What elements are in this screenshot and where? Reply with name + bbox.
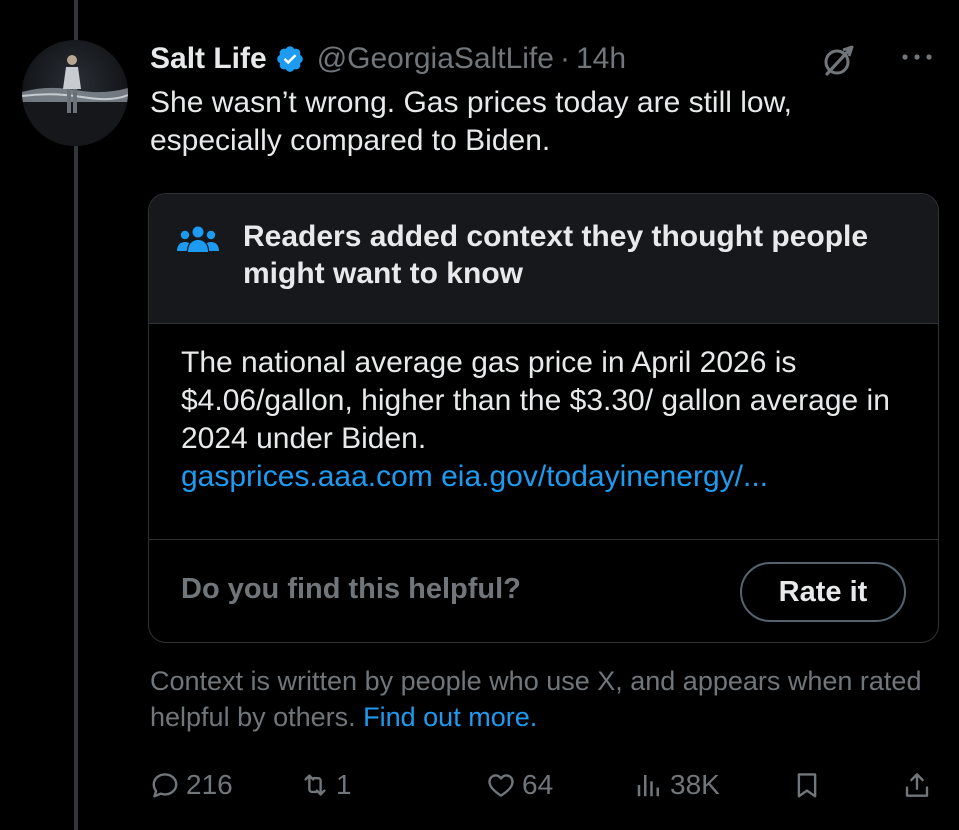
heart-icon xyxy=(488,774,514,797)
verified-badge-icon xyxy=(276,46,303,72)
community-note-text: The national average gas price in April … xyxy=(181,346,890,455)
community-note-heading: Readers added context they thought peopl… xyxy=(243,220,869,290)
avatar[interactable] xyxy=(22,40,128,146)
bookmark-button[interactable] xyxy=(792,765,822,805)
post-page: Salt Life @GeorgiaSaltLife · 14h She was… xyxy=(0,0,959,830)
repost-count: 1 xyxy=(336,769,352,800)
community-notes-icon xyxy=(177,226,219,252)
community-note-header: Readers added context they thought peopl… xyxy=(149,194,938,324)
grok-icon[interactable] xyxy=(821,44,855,78)
repost-icon xyxy=(304,774,326,796)
like-button[interactable]: 64 xyxy=(486,765,553,805)
divider xyxy=(149,539,938,540)
like-count: 64 xyxy=(522,769,554,800)
reply-button[interactable]: 216 xyxy=(150,765,233,805)
share-icon xyxy=(905,773,929,797)
find-out-more-link[interactable]: Find out more. xyxy=(363,702,537,732)
author-handle[interactable]: @GeorgiaSaltLife xyxy=(317,41,554,77)
post-header: Salt Life @GeorgiaSaltLife · 14h xyxy=(150,40,937,78)
context-footer: Context is written by people who use X, … xyxy=(150,663,930,735)
community-note-source-links[interactable]: gasprices.aaa.com eia.gov/todayinenergy/… xyxy=(181,460,768,493)
reply-icon xyxy=(152,773,178,798)
post-time[interactable]: 14h xyxy=(576,41,626,77)
community-note-card: Readers added context they thought peopl… xyxy=(148,193,939,643)
avatar-photo xyxy=(22,40,128,146)
separator-dot: · xyxy=(559,42,570,75)
reply-count: 216 xyxy=(186,769,233,800)
repost-button[interactable]: 1 xyxy=(300,765,352,805)
views-chart-icon xyxy=(637,775,659,797)
helpful-question: Do you find this helpful? xyxy=(181,573,521,605)
views-button[interactable]: 38K xyxy=(634,765,720,805)
more-icon[interactable] xyxy=(897,42,937,72)
bookmark-icon xyxy=(797,773,817,798)
rate-it-button[interactable]: Rate it xyxy=(740,562,906,622)
action-bar: 216 1 64 38K xyxy=(150,765,939,805)
share-button[interactable] xyxy=(902,765,932,805)
community-note-body: The national average gas price in April … xyxy=(181,344,916,496)
author-display-name[interactable]: Salt Life xyxy=(150,41,267,77)
views-count: 38K xyxy=(670,769,720,800)
post-text: She wasn’t wrong. Gas prices today are s… xyxy=(150,86,792,157)
